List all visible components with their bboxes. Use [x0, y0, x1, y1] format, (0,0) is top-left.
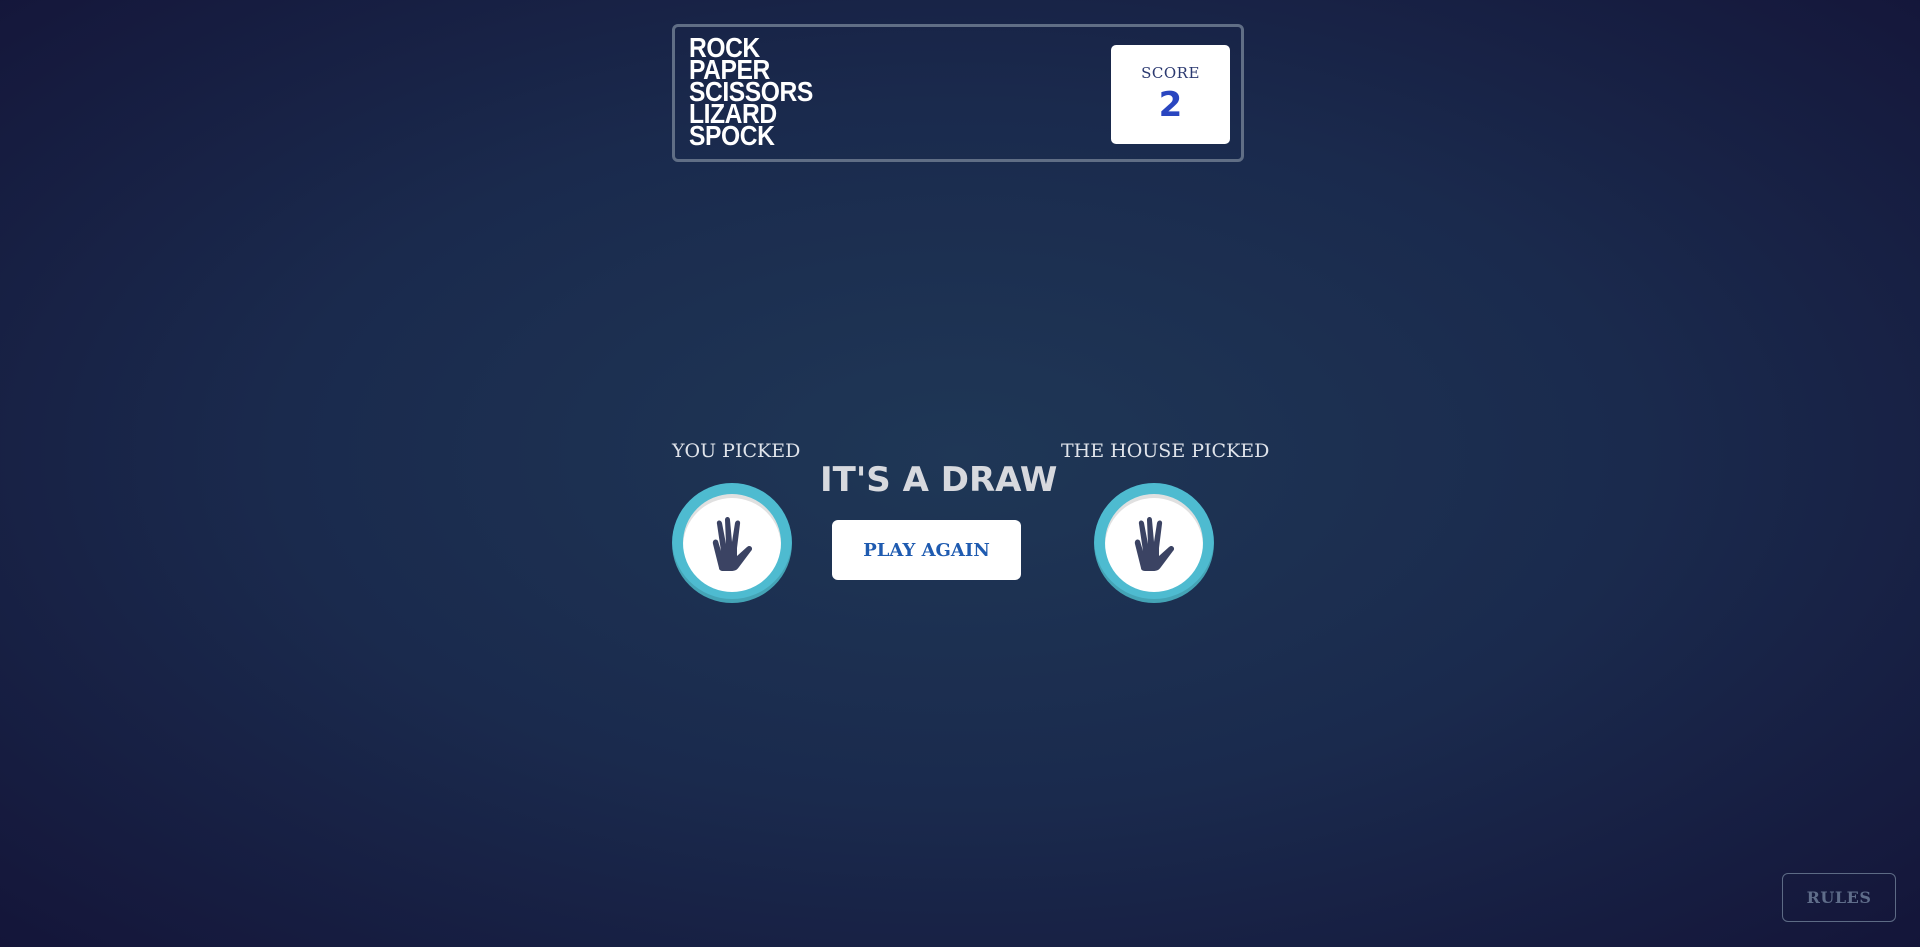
score-value: 2 — [1158, 85, 1183, 125]
house-picked-label: THE HOUSE PICKED — [1061, 440, 1270, 462]
score-box: SCORE 2 — [1111, 45, 1230, 144]
house-picked-spock-token — [1094, 483, 1214, 603]
game-header: ROCK PAPER SCISSORS LIZARD SPOCK SCORE 2 — [672, 24, 1244, 162]
you-picked-spock-token — [672, 483, 792, 603]
game-logo: ROCK PAPER SCISSORS LIZARD SPOCK — [689, 34, 830, 151]
rules-button[interactable]: RULES — [1782, 873, 1896, 922]
play-again-button[interactable]: PLAY AGAIN — [832, 520, 1021, 580]
spock-icon — [1134, 517, 1175, 571]
logo-line-spock: SPOCK — [689, 120, 775, 151]
spock-icon — [712, 517, 753, 571]
score-label: SCORE — [1141, 64, 1200, 82]
result-text: IT'S A DRAW — [820, 460, 1058, 500]
you-picked-label: YOU PICKED — [672, 440, 801, 462]
